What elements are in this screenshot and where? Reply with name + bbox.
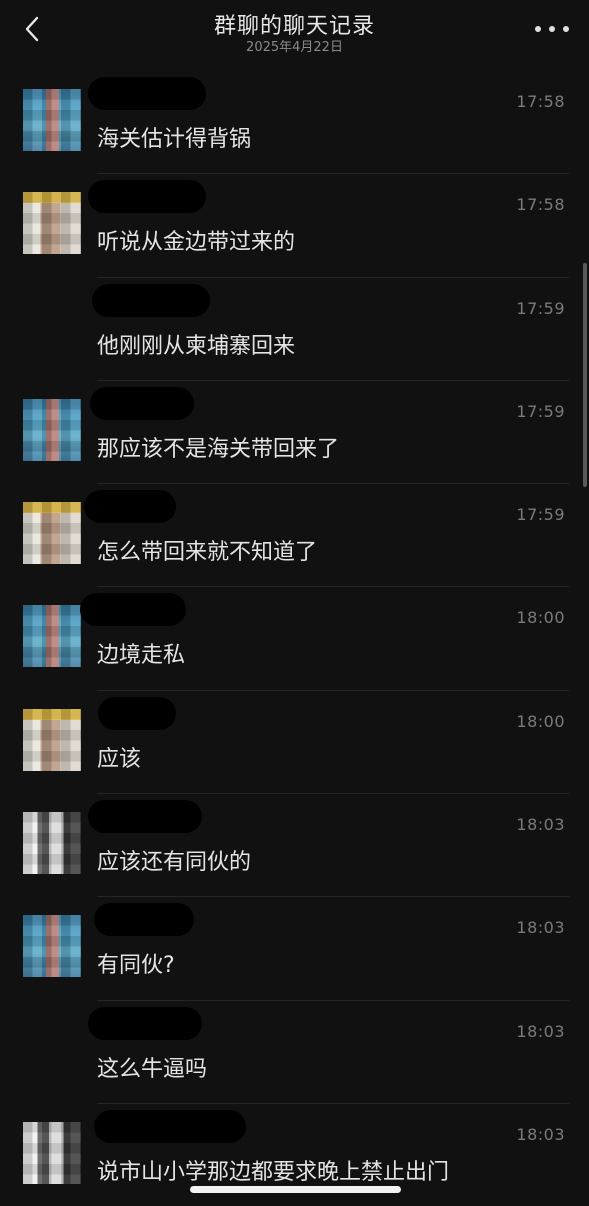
divider [97,793,569,795]
message-text: 这么牛逼吗 [97,1056,208,1082]
message-item[interactable]: 18:03 有同伙? [0,896,589,999]
sender-name-redacted [90,386,194,420]
message-text: 有同伙? [97,953,175,979]
message-item[interactable]: 18:03 应该还有同伙的 [0,793,589,896]
divider [97,896,569,898]
message-item[interactable]: 17:58 听说从金边带过来的 [0,173,589,276]
divider [97,999,569,1001]
sender-name-redacted [98,696,176,730]
message-text: 怎么带回来就不知道了 [97,540,318,566]
divider [97,379,569,381]
message-item[interactable]: 18:00 边境走私 [0,586,589,689]
divider [97,276,569,278]
sender-name-redacted [88,180,206,214]
message-time: 17:59 [516,505,565,525]
divider [97,1102,569,1104]
message-text: 应该 [97,746,142,772]
divider [97,173,569,175]
avatar[interactable] [23,812,81,875]
avatar[interactable] [23,398,81,461]
sender-name-redacted [84,490,176,524]
message-time: 18:00 [516,711,565,731]
page-subtitle-date: 2025年4月22日 [246,40,343,55]
more-horizontal-icon [535,26,541,32]
message-time: 17:58 [516,195,565,215]
avatar[interactable] [23,502,81,565]
avatar[interactable] [23,915,81,978]
sender-name-redacted [88,77,206,110]
sender-name-redacted [94,1109,246,1143]
message-text: 说市山小学那边都要求晚上禁止出门 [97,1159,450,1185]
message-time: 18:03 [516,815,565,835]
sender-name-redacted [80,593,186,627]
message-time: 18:00 [516,608,565,628]
sender-name-redacted [88,1006,202,1040]
divider [97,689,569,691]
message-time: 17:59 [516,401,565,421]
message-item[interactable]: 17:59 他刚刚从柬埔寨回来 [0,276,589,380]
avatar[interactable] [23,708,81,771]
header: 群聊的聊天记录 2025年4月22日 [0,0,589,64]
message-list[interactable]: 17:58 海关估计得背锅 17:58 听说从金边带过来的 17:59 他刚刚从柬埔寨回来… [0,70,589,1206]
more-button[interactable] [535,18,569,40]
avatar[interactable] [23,605,81,668]
message-time: 17:58 [516,92,565,111]
message-time: 17:59 [516,298,565,318]
message-text: 海关估计得背锅 [97,127,252,152]
message-item[interactable]: 17:59 怎么带回来就不知道了 [0,483,589,586]
sender-name-redacted [92,283,210,317]
message-time: 18:03 [516,918,565,938]
message-text: 他刚刚从柬埔寨回来 [97,333,296,359]
message-text: 边境走私 [97,643,186,669]
message-item[interactable]: 18:00 应该 [0,689,589,793]
avatar[interactable] [23,89,81,151]
home-indicator[interactable] [190,1186,401,1193]
divider [97,586,569,588]
message-item[interactable]: 17:59 那应该不是海关带回来了 [0,379,589,483]
message-item[interactable]: 18:03 这么牛逼吗 [0,999,589,1103]
message-text: 应该还有同伙的 [97,850,252,876]
avatar[interactable] [23,192,81,255]
scrollbar[interactable] [583,263,587,487]
message-item[interactable]: 17:58 海关估计得背锅 [0,70,589,173]
sender-name-redacted [88,800,202,834]
message-time: 18:03 [516,1021,565,1041]
message-text: 那应该不是海关带回来了 [97,436,340,462]
message-text: 听说从金边带过来的 [97,230,296,256]
sender-name-redacted [94,903,194,937]
divider [97,483,569,485]
message-time: 18:03 [516,1124,565,1144]
avatar[interactable] [23,1121,81,1184]
